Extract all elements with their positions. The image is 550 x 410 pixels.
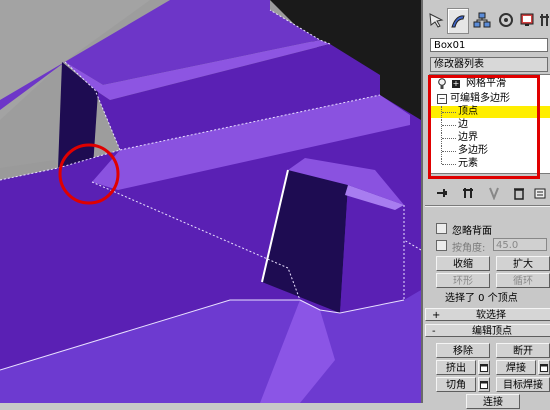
weld-button[interactable]: 焊接 [496, 360, 536, 375]
command-panel: Box01 修改器列表 + 网格平滑 − 可编辑多边形 顶点 边 边界 多边形 … [421, 0, 550, 409]
break-button[interactable]: 断开 [496, 343, 550, 358]
configure-sets-icon[interactable] [533, 186, 547, 203]
soft-selection-rollout[interactable]: + 软选择 [425, 308, 550, 321]
connect-button[interactable]: 连接 [466, 394, 520, 409]
display-tab[interactable] [517, 8, 537, 32]
show-end-result-icon[interactable] [461, 186, 475, 203]
rollout-toggle: + [432, 310, 441, 321]
make-unique-icon[interactable] [487, 186, 501, 203]
grow-button[interactable]: 扩大 [496, 256, 550, 271]
settings-box-icon [480, 364, 488, 372]
modify-icon [451, 15, 465, 28]
by-angle-label: 按角度: [452, 243, 486, 254]
modify-tab[interactable] [447, 8, 469, 34]
viewport-scene [0, 0, 421, 403]
by-angle-checkbox[interactable] [436, 240, 447, 251]
target-weld-button[interactable]: 目标焊接 [496, 377, 550, 392]
pin-stack-icon[interactable] [435, 186, 449, 203]
shrink-button[interactable]: 收缩 [436, 256, 490, 271]
remove-button[interactable]: 移除 [436, 343, 490, 358]
utilities-icon [540, 14, 549, 26]
weld-settings-button[interactable] [538, 360, 550, 375]
utilities-tab[interactable] [535, 8, 550, 32]
display-icon [520, 13, 534, 26]
rollout-title: 编辑顶点 [472, 326, 512, 337]
selection-status: 选择了 0 个顶点 [445, 293, 518, 304]
hierarchy-tab[interactable] [472, 8, 492, 32]
extrude-settings-button[interactable] [478, 360, 490, 375]
edit-vertices-rollout[interactable]: - 编辑顶点 [425, 324, 550, 337]
rollout-toggle: - [432, 326, 436, 337]
create-arrow-icon [429, 13, 444, 28]
object-name-field[interactable]: Box01 [430, 38, 548, 52]
ring-button[interactable]: 环形 [436, 273, 490, 288]
modifier-list-dropdown[interactable]: 修改器列表 [430, 57, 548, 72]
settings-box-icon [540, 364, 548, 372]
extrude-button[interactable]: 挤出 [436, 360, 476, 375]
stack-toolbar [423, 183, 550, 203]
loop-button[interactable]: 循环 [496, 273, 550, 288]
motion-icon [499, 13, 513, 27]
create-tab[interactable] [426, 8, 446, 32]
perspective-viewport[interactable] [0, 0, 421, 403]
by-angle-spinner[interactable]: 45.0 [493, 238, 547, 251]
ignore-backfacing-label: 忽略背面 [452, 226, 492, 237]
hierarchy-icon [473, 12, 491, 28]
stack-highlight-box [428, 75, 540, 179]
ignore-backfacing-checkbox[interactable] [436, 223, 447, 234]
motion-tab[interactable] [496, 8, 516, 32]
chamfer-settings-button[interactable] [478, 377, 490, 392]
settings-box-icon [480, 381, 488, 389]
rollout-title: 软选择 [476, 310, 506, 321]
remove-modifier-icon[interactable] [512, 186, 526, 203]
chamfer-button[interactable]: 切角 [436, 377, 476, 392]
